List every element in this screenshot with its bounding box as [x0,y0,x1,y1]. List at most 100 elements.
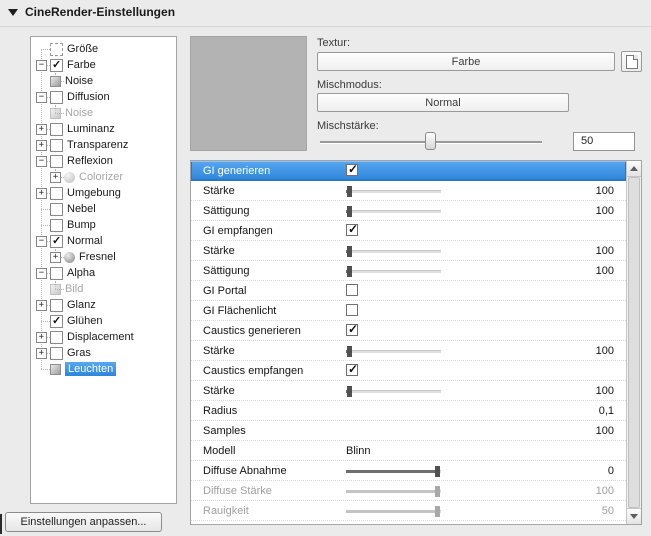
property-row[interactable]: GI generieren [191,161,626,181]
tree-checkbox[interactable] [50,42,63,56]
scroll-up-button[interactable] [627,161,641,177]
tree-checkbox[interactable] [50,58,63,72]
tree-item[interactable]: Bild [31,281,176,297]
tree-item[interactable]: + Umgebung [31,185,176,201]
tree-expander[interactable]: + [36,139,47,151]
tree-item[interactable]: − Normal [31,233,176,249]
tree-checkbox[interactable] [50,218,63,232]
tree-item[interactable]: Bump [31,217,176,233]
property-slider[interactable] [346,381,441,401]
mix-strength-thumb[interactable] [425,132,436,150]
property-slider[interactable] [346,261,441,281]
tree-checkbox[interactable] [50,298,63,312]
tree-item[interactable]: − Alpha [31,265,176,281]
property-row[interactable]: Caustics generieren [191,321,626,341]
property-row[interactable]: Caustics empfangen [191,361,626,381]
property-row[interactable]: Rauigkeit 50 [191,501,626,521]
property-row[interactable]: Modell Blinn [191,441,626,461]
tree-item[interactable]: − Reflexion [31,153,176,169]
property-row[interactable]: GI Portal [191,281,626,301]
tree-checkbox[interactable] [50,186,63,200]
panel-header[interactable]: CineRender-Einstellungen [8,5,175,19]
tree-checkbox[interactable] [50,266,63,280]
slider-thumb[interactable] [346,386,352,397]
tree-item[interactable]: Nebel [31,201,176,217]
tree-item[interactable]: Noise [31,105,176,121]
property-row[interactable]: Stärke 100 [191,381,626,401]
tree-expander[interactable]: + [36,347,47,359]
property-checkbox[interactable] [346,222,358,236]
collapse-triangle-icon[interactable] [8,8,18,16]
texture-menu-button[interactable] [621,51,642,72]
property-row[interactable]: GI Flächenlicht [191,301,626,321]
tree-expander[interactable]: + [50,171,61,183]
tree-item[interactable]: + Colorizer [31,169,176,185]
tree-item[interactable]: − Diffusion [31,89,176,105]
slider-thumb[interactable] [346,266,352,277]
tree-checkbox[interactable] [50,138,63,152]
property-row[interactable]: Diffuse Abnahme 0 [191,461,626,481]
property-row[interactable]: Samples 100 [191,421,626,441]
property-slider[interactable] [346,481,441,501]
tree-item[interactable]: + Displacement [31,329,176,345]
tree-checkbox[interactable] [50,154,63,168]
property-row[interactable]: Sättigung 100 [191,201,626,221]
property-row[interactable]: Sättigung 100 [191,261,626,281]
tree-checkbox[interactable] [50,90,63,104]
vertical-scrollbar[interactable] [626,161,641,524]
tree-checkbox[interactable] [50,346,63,360]
tree-expander[interactable]: − [36,91,47,103]
tree-item[interactable]: + Glanz [31,297,176,313]
slider-thumb[interactable] [346,206,352,217]
tree-expander[interactable]: − [36,267,47,279]
tree-item[interactable]: − Farbe [31,57,176,73]
texture-button[interactable]: Farbe [317,52,615,71]
property-slider[interactable] [346,461,441,481]
property-row[interactable]: Stärke 100 [191,181,626,201]
tree-expander[interactable]: + [36,331,47,343]
property-slider[interactable] [346,501,441,521]
property-slider[interactable] [346,341,441,361]
tree-expander[interactable]: − [36,235,47,247]
tree-item[interactable]: Glühen [31,313,176,329]
tree-item[interactable]: Leuchten [31,361,176,377]
tree-checkbox[interactable] [50,314,63,328]
tree-item[interactable]: Noise [31,73,176,89]
tree-item[interactable]: + Transparenz [31,137,176,153]
tree-expander[interactable]: + [36,299,47,311]
property-row[interactable]: GI empfangen [191,221,626,241]
tree-expander[interactable]: + [36,123,47,135]
property-row[interactable]: Stärke 100 [191,341,626,361]
slider-thumb[interactable] [346,346,352,357]
mix-strength-slider[interactable] [320,131,542,151]
tree-expander[interactable]: + [50,251,61,263]
tree-checkbox[interactable] [50,122,63,136]
mix-mode-button[interactable]: Normal [317,93,569,112]
scroll-down-button[interactable] [627,508,641,524]
tree-item[interactable]: + Fresnel [31,249,176,265]
property-slider[interactable] [346,241,441,261]
property-row[interactable]: Diffuse Stärke 100 [191,481,626,501]
slider-thumb[interactable] [346,186,352,197]
mix-strength-value-field[interactable]: 50 [573,132,635,151]
adjust-settings-button[interactable]: Einstellungen anpassen... [5,512,162,532]
tree-item[interactable]: + Gras [31,345,176,361]
property-slider[interactable] [346,181,441,201]
tree-expander[interactable]: − [36,59,47,71]
tree-checkbox[interactable] [50,234,63,248]
scrollbar-thumb[interactable] [628,177,640,508]
property-row[interactable]: Stärke 100 [191,241,626,261]
slider-thumb[interactable] [435,466,441,477]
property-checkbox[interactable] [346,322,358,336]
property-checkbox[interactable] [346,162,358,176]
slider-thumb[interactable] [435,506,441,517]
property-slider[interactable] [346,201,441,221]
tree-checkbox[interactable] [50,330,63,344]
slider-thumb[interactable] [435,486,441,497]
property-checkbox[interactable] [346,304,358,316]
tree-item[interactable]: Größe [31,41,176,57]
tree-item[interactable]: + Luminanz [31,121,176,137]
property-checkbox[interactable] [346,362,358,376]
property-checkbox[interactable] [346,284,358,296]
slider-thumb[interactable] [346,246,352,257]
